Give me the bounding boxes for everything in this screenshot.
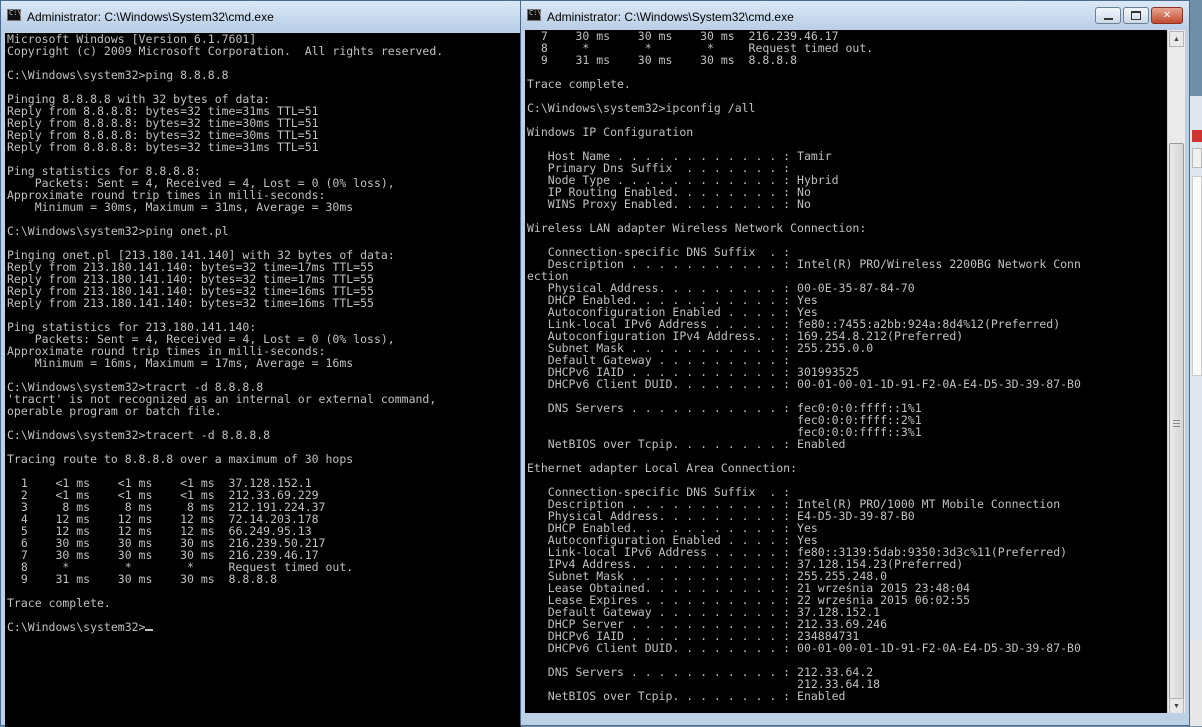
scroll-down-button[interactable]: ▼: [1169, 698, 1184, 714]
background-window-pane: [1192, 176, 1202, 376]
close-icon: ✕: [1162, 10, 1172, 21]
title-bar[interactable]: Administrator: C:\Windows\System32\cmd.e…: [521, 1, 1189, 31]
console-output[interactable]: 7 30 ms 30 ms 30 ms 216.239.46.17 8 * * …: [525, 30, 1169, 715]
scrollbar-thumb[interactable]: [1169, 143, 1184, 703]
window-bottom-border: [525, 713, 1185, 725]
background-window-footer: [1190, 640, 1202, 726]
console-text: 7 30 ms 30 ms 30 ms 216.239.46.17 8 * * …: [527, 30, 1081, 703]
vertical-scrollbar[interactable]: ▲ ▼: [1167, 30, 1185, 715]
maximize-button[interactable]: [1123, 7, 1149, 24]
cmd-window-left[interactable]: Administrator: C:\Windows\System32\cmd.e…: [0, 0, 522, 727]
window-title: Administrator: C:\Windows\System32\cmd.e…: [547, 10, 794, 24]
cmd-icon: [527, 9, 542, 21]
background-window-icon: [1192, 130, 1202, 142]
desktop-background: [1190, 0, 1202, 96]
arrow-up-icon: ▲: [1173, 35, 1180, 43]
cmd-icon: [7, 9, 22, 21]
caption-buttons: ✕: [1095, 7, 1183, 25]
background-window-edge: [1190, 0, 1202, 726]
background-window-control: [1192, 148, 1202, 168]
minimize-button[interactable]: [1095, 7, 1121, 24]
prompt: C:\Windows\system32>: [7, 620, 146, 634]
arrow-down-icon: ▼: [1173, 702, 1180, 710]
grip-icon: [1173, 423, 1180, 424]
title-bar[interactable]: Administrator: C:\Windows\System32\cmd.e…: [1, 1, 521, 31]
window-title: Administrator: C:\Windows\System32\cmd.e…: [27, 10, 274, 24]
cmd-window-right[interactable]: Administrator: C:\Windows\System32\cmd.e…: [520, 0, 1190, 726]
console-output[interactable]: Microsoft Windows [Version 6.1.7601] Cop…: [5, 33, 521, 727]
minimize-icon: [1096, 8, 1120, 23]
close-button[interactable]: ✕: [1151, 7, 1183, 24]
maximize-icon: [1124, 8, 1148, 23]
scroll-up-button[interactable]: ▲: [1169, 31, 1184, 47]
text-cursor: [145, 629, 154, 631]
console-text: Microsoft Windows [Version 6.1.7601] Cop…: [7, 33, 444, 610]
